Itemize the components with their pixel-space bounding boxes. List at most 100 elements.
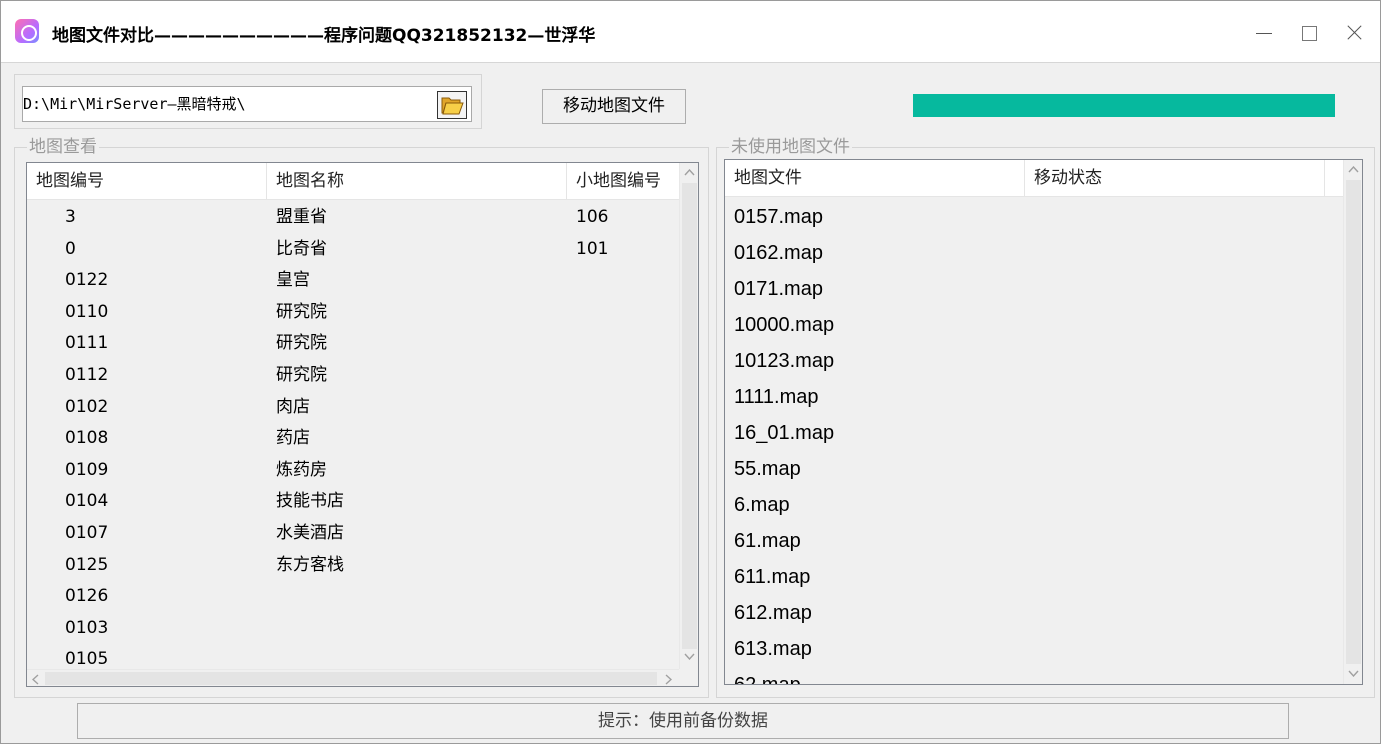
unused-list-rows: 0157.map 0162.map 0171.map 10000.map 10123.m… [725, 197, 1343, 684]
maximize-button[interactable] [1292, 15, 1326, 49]
map-file-cell: 612.map [734, 602, 812, 624]
unused-map-row[interactable]: 62.map [725, 667, 1343, 684]
map-name-cell: 盟重省 [276, 207, 327, 227]
hint-bar: 提示：使用前备份数据 [77, 703, 1289, 739]
map-file-cell: 16_01.map [734, 422, 835, 444]
map-list-row[interactable]: 0125 东方客栈 [27, 550, 679, 582]
map-id-cell: 0122 [65, 270, 109, 291]
unused-map-row[interactable]: 0162.map [725, 235, 1343, 271]
map-file-cell: 55.map [734, 458, 801, 480]
map-list-hscroll[interactable] [27, 669, 679, 686]
map-id-cell: 0111 [65, 333, 109, 354]
map-file-cell: 0171.map [734, 278, 823, 300]
map-list-row[interactable]: 0111 研究院 [27, 328, 679, 360]
map-list-hscroll-thumb[interactable] [45, 672, 657, 685]
map-list-rows: 3 盟重省 106 0 比奇省 101 0122 皇宫 0110 研究院 0111 研究院 0112 研究… [27, 200, 679, 669]
unused-list-vscroll-thumb[interactable] [1346, 180, 1361, 664]
scroll-down-icon[interactable] [1348, 670, 1359, 677]
map-file-cell: 0157.map [734, 206, 823, 228]
map-name-cell: 东方客栈 [276, 554, 344, 575]
unused-map-row[interactable]: 0157.map [725, 199, 1343, 235]
unused-list-header: 地图文件 移动状态 [725, 160, 1343, 197]
map-list-row[interactable]: 0103 [27, 613, 679, 645]
column-map-id[interactable]: 地图编号 [27, 163, 267, 200]
app-icon [15, 19, 39, 43]
map-list-vscroll-thumb[interactable] [682, 183, 697, 649]
map-name-cell: 药店 [276, 428, 310, 449]
map-file-cell: 6.map [734, 494, 790, 516]
close-button[interactable] [1337, 15, 1371, 49]
unused-map-row[interactable]: 55.map [725, 451, 1343, 487]
map-list-row[interactable]: 0122 皇宫 [27, 265, 679, 297]
unused-map-row[interactable]: 1111.map [725, 379, 1343, 415]
map-list-row[interactable]: 0112 研究院 [27, 360, 679, 392]
map-id-cell: 0125 [65, 554, 109, 575]
unused-map-row[interactable]: 16_01.map [725, 415, 1343, 451]
path-input[interactable]: D:\Mir\MirServer—黑暗特戒\ [22, 86, 472, 122]
scroll-up-icon[interactable] [1348, 166, 1359, 173]
map-id-cell: 0112 [65, 365, 109, 385]
map-list-row[interactable]: 0 比奇省 101 [27, 234, 679, 266]
map-list-row[interactable]: 3 盟重省 106 [27, 202, 679, 234]
map-file-cell: 1111.map [734, 386, 819, 408]
map-list-vscroll[interactable] [679, 163, 698, 669]
minimize-button[interactable] [1247, 15, 1281, 49]
map-list-row[interactable]: 0104 技能书店 [27, 486, 679, 518]
unused-maps-group-label: 未使用地图文件 [729, 137, 852, 157]
unused-map-row[interactable]: 61.map [725, 523, 1343, 559]
map-list-header: 地图编号 地图名称 小地图编号 [27, 163, 679, 200]
unused-map-row[interactable]: 10123.map [725, 343, 1343, 379]
scroll-left-icon[interactable] [32, 674, 39, 685]
map-name-cell: 水美酒店 [276, 523, 344, 543]
column-map-file[interactable]: 地图文件 [725, 160, 1025, 197]
move-map-files-button[interactable]: 移动地图文件 [542, 89, 686, 124]
unused-map-list-view[interactable]: 地图文件 移动状态 0157.map 0162.map 0171.map 10000.… [724, 159, 1363, 685]
map-id-cell: 0103 [65, 617, 109, 638]
map-name-cell: 技能书店 [276, 491, 344, 512]
scroll-corner [679, 669, 698, 686]
path-group: D:\Mir\MirServer—黑暗特戒\ [14, 74, 482, 129]
unused-map-row[interactable]: 10000.map [725, 307, 1343, 343]
unused-map-row[interactable]: 613.map [725, 631, 1343, 667]
map-file-cell: 61.map [734, 530, 801, 552]
progress-bar [913, 94, 1335, 117]
map-file-cell: 0162.map [734, 242, 823, 264]
column-minimap-id[interactable]: 小地图编号 [567, 163, 679, 200]
map-file-cell: 10000.map [734, 314, 835, 336]
unused-map-row[interactable]: 611.map [725, 559, 1343, 595]
unused-list-vscroll[interactable] [1343, 160, 1362, 684]
unused-map-row[interactable]: 0171.map [725, 271, 1343, 307]
map-name-cell: 皇宫 [276, 270, 310, 291]
map-name-cell: 比奇省 [276, 238, 327, 259]
map-id-cell: 0102 [65, 396, 109, 417]
column-map-name[interactable]: 地图名称 [267, 163, 567, 200]
map-list-row[interactable]: 0105 [27, 644, 679, 669]
map-name-cell: 研究院 [276, 301, 327, 322]
scroll-up-icon[interactable] [684, 169, 695, 176]
map-id-cell: 3 [65, 207, 76, 227]
progress-fill [913, 94, 1335, 117]
browse-folder-button[interactable] [437, 91, 467, 119]
unused-map-row[interactable]: 6.map [725, 487, 1343, 523]
map-list-row[interactable]: 0102 肉店 [27, 392, 679, 424]
map-id-cell: 0107 [65, 523, 109, 543]
map-id-cell: 0109 [65, 459, 109, 480]
map-id-cell: 0104 [65, 491, 109, 512]
scroll-down-icon[interactable] [684, 653, 695, 660]
minimap-id-cell: 101 [576, 238, 609, 259]
scroll-right-icon[interactable] [665, 674, 672, 685]
unused-map-row[interactable]: 612.map [725, 595, 1343, 631]
map-list-row[interactable]: 0110 研究院 [27, 297, 679, 329]
map-id-cell: 0105 [65, 649, 109, 669]
map-name-cell: 研究院 [276, 365, 327, 385]
map-list-row[interactable]: 0107 水美酒店 [27, 518, 679, 550]
map-file-cell: 62.map [734, 667, 801, 684]
map-name-cell: 炼药房 [276, 459, 327, 480]
title-bar[interactable]: 地图文件对比——————————程序问题QQ321852132—世浮华 [1, 1, 1380, 63]
map-list-row[interactable]: 0109 炼药房 [27, 455, 679, 487]
map-list-row[interactable]: 0108 药店 [27, 423, 679, 455]
column-move-status[interactable]: 移动状态 [1025, 160, 1325, 197]
map-list-row[interactable]: 0126 [27, 581, 679, 613]
map-file-cell: 613.map [734, 638, 812, 660]
map-list-view[interactable]: 地图编号 地图名称 小地图编号 3 盟重省 106 0 比奇省 101 0122 皇宫 0110… [26, 162, 699, 687]
